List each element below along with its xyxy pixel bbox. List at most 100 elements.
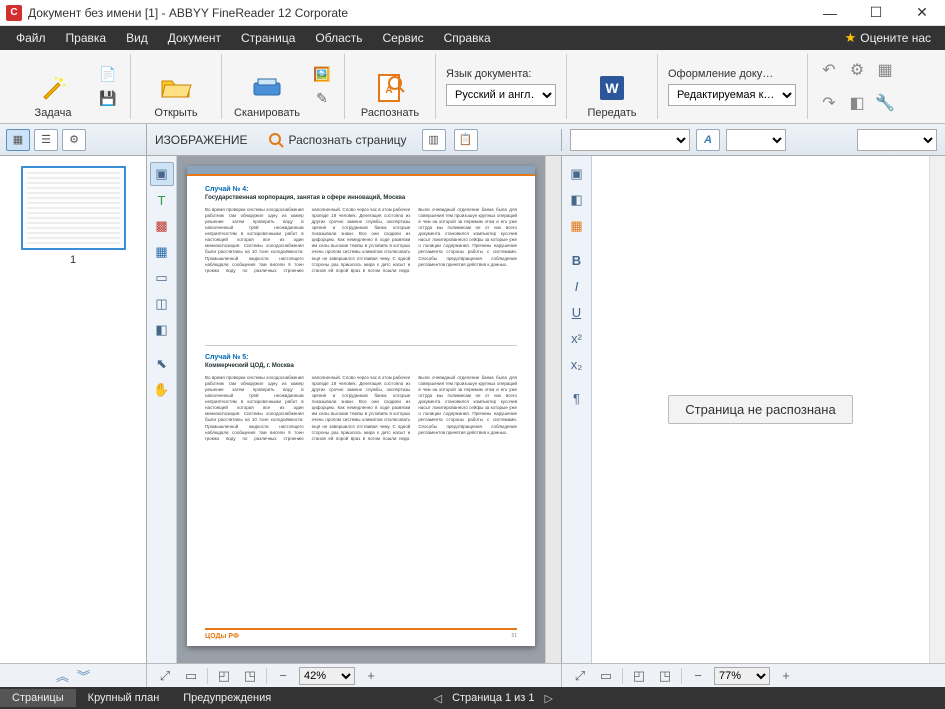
subscript-button[interactable]: x₂: [565, 352, 589, 376]
show-icon[interactable]: ◧: [844, 90, 870, 116]
recognize-label: Распознать: [361, 107, 419, 119]
analyze-button[interactable]: ▥: [422, 129, 446, 151]
rotate-left-icon[interactable]: ◰: [214, 666, 234, 686]
table-area-tool[interactable]: ▦: [150, 240, 174, 264]
document-page: Случай № 4: Государственная корпорация, …: [187, 166, 535, 646]
status-tab-closeup[interactable]: Крупный план: [76, 689, 172, 707]
font-style-button[interactable]: A: [696, 129, 720, 151]
text-tool-2[interactable]: ◧: [565, 188, 589, 212]
picture-area-tool[interactable]: ▩: [150, 214, 174, 238]
image-zoom-select[interactable]: 42%: [299, 667, 355, 685]
recognition-area-tool[interactable]: ◫: [150, 292, 174, 316]
underline-button[interactable]: U: [565, 300, 589, 324]
new-doc-icon[interactable]: 📄: [96, 64, 120, 86]
minimize-button[interactable]: —: [807, 0, 853, 26]
text-area-tool[interactable]: T: [150, 188, 174, 212]
menu-service[interactable]: Сервис: [373, 28, 434, 48]
star-icon: ★: [845, 30, 857, 46]
menu-area[interactable]: Область: [305, 28, 372, 48]
page-up-icon[interactable]: ︽: [56, 666, 69, 685]
paragraph-button[interactable]: ¶: [565, 386, 589, 410]
text-tool-1[interactable]: ▣: [565, 162, 589, 186]
thumbnails-view-button[interactable]: ▦: [6, 129, 30, 151]
zoom-out-icon[interactable]: −: [273, 666, 293, 686]
sub-toolbar: ▦ ☰ ⚙ ИЗОБРАЖЕНИЕ Распознать страницу ▥ …: [0, 124, 945, 156]
lang-label: Язык документа:: [446, 68, 556, 80]
document-viewport[interactable]: Случай № 4: Государственная корпорация, …: [177, 156, 545, 663]
rate-us-label: Оцените нас: [860, 31, 931, 45]
font-size-select[interactable]: [726, 129, 786, 151]
edit-icon[interactable]: ✎: [310, 88, 334, 110]
italic-button[interactable]: I: [565, 274, 589, 298]
rotate-right-icon[interactable]: ◳: [240, 666, 260, 686]
text-tool-3[interactable]: ▦: [565, 214, 589, 238]
zoom-in-icon[interactable]: +: [361, 666, 381, 686]
settings-icon[interactable]: ⚙: [844, 57, 870, 83]
text-fit-page-icon[interactable]: ▭: [596, 666, 616, 686]
task-label: Задача: [35, 107, 72, 119]
bold-button[interactable]: B: [565, 248, 589, 272]
text-scrollbar[interactable]: [929, 156, 945, 663]
font-select[interactable]: [570, 129, 690, 151]
photo-icon[interactable]: 🖼️: [310, 64, 334, 86]
superscript-button[interactable]: x²: [565, 326, 589, 350]
redo-icon[interactable]: ↷: [816, 90, 842, 116]
style-dropdown[interactable]: [857, 129, 937, 151]
fit-page-icon[interactable]: ▭: [181, 666, 201, 686]
scan-button[interactable]: Сканировать: [232, 55, 302, 119]
text-opt1-icon[interactable]: ◰: [629, 666, 649, 686]
fit-width-icon[interactable]: ⤢: [155, 666, 175, 686]
send-button[interactable]: W Передать: [577, 55, 647, 119]
text-opt2-icon[interactable]: ◳: [655, 666, 675, 686]
text-zoom-select[interactable]: 77%: [714, 667, 770, 685]
hand-tool[interactable]: ✋: [150, 378, 174, 402]
details-view-button[interactable]: ☰: [34, 129, 58, 151]
menu-view[interactable]: Вид: [116, 28, 158, 48]
save-icon[interactable]: 💾: [96, 88, 120, 110]
menu-edit[interactable]: Правка: [56, 28, 117, 48]
case5-title: Коммерческий ЦОД, г. Москва: [205, 363, 517, 369]
recognize-button[interactable]: A Распознать: [355, 55, 425, 119]
menu-page[interactable]: Страница: [231, 28, 305, 48]
background-area-tool[interactable]: ◧: [150, 318, 174, 342]
close-button[interactable]: ✕: [899, 0, 945, 26]
pages-settings-button[interactable]: ⚙: [62, 129, 86, 151]
zoom-bar: ︽ ︾ ⤢ ▭ ◰ ◳ − 42% + ⤢ ▭ ◰ ◳ − 77% +: [0, 663, 945, 687]
recognize-page-button[interactable]: Распознать страницу: [260, 128, 414, 152]
next-page-button[interactable]: ▷: [541, 692, 557, 705]
maximize-button[interactable]: ☐: [853, 0, 899, 26]
status-tab-warnings[interactable]: Предупреждения: [171, 689, 283, 707]
image-scrollbar[interactable]: [545, 156, 561, 663]
menu-file[interactable]: Файл: [6, 28, 56, 48]
recognize-page-icon: [267, 131, 285, 149]
tools-icon[interactable]: 🔧: [872, 90, 898, 116]
word-icon: W: [595, 71, 629, 105]
options-icon[interactable]: ▦: [872, 57, 898, 83]
page-down-icon[interactable]: ︾: [77, 666, 90, 685]
text-fit-width-icon[interactable]: ⤢: [570, 666, 590, 686]
window-title: Документ без имени [1] - ABBYY FineReade…: [28, 6, 807, 20]
text-zoom-out-icon[interactable]: −: [688, 666, 708, 686]
prev-page-button[interactable]: ◁: [430, 692, 446, 705]
page-thumbnail-1[interactable]: [21, 166, 126, 250]
task-button[interactable]: Задача: [18, 55, 88, 119]
rate-us-button[interactable]: ★ Оцените нас: [845, 30, 939, 46]
select-tool[interactable]: ⬉: [150, 352, 174, 376]
status-tab-pages[interactable]: Страницы: [0, 689, 76, 707]
menu-help[interactable]: Справка: [434, 28, 501, 48]
case5-label: Случай № 5:: [205, 354, 517, 361]
open-label: Открыть: [154, 107, 197, 119]
layout-tool[interactable]: ▣: [150, 162, 174, 186]
svg-text:W: W: [605, 80, 619, 96]
undo-icon[interactable]: ↶: [816, 57, 842, 83]
lang-select[interactable]: Русский и англ…: [446, 84, 556, 106]
scanner-icon: [250, 71, 284, 105]
open-button[interactable]: Открыть: [141, 55, 211, 119]
barcode-tool[interactable]: ▭: [150, 266, 174, 290]
status-bar: Страницы Крупный план Предупреждения ◁ С…: [0, 687, 945, 709]
style-select[interactable]: Редактируемая к…: [668, 84, 796, 106]
menu-document[interactable]: Документ: [158, 28, 231, 48]
page-props-button[interactable]: 📋: [454, 129, 478, 151]
text-zoom-controls: ⤢ ▭ ◰ ◳ − 77% +: [561, 664, 945, 687]
text-zoom-in-icon[interactable]: +: [776, 666, 796, 686]
